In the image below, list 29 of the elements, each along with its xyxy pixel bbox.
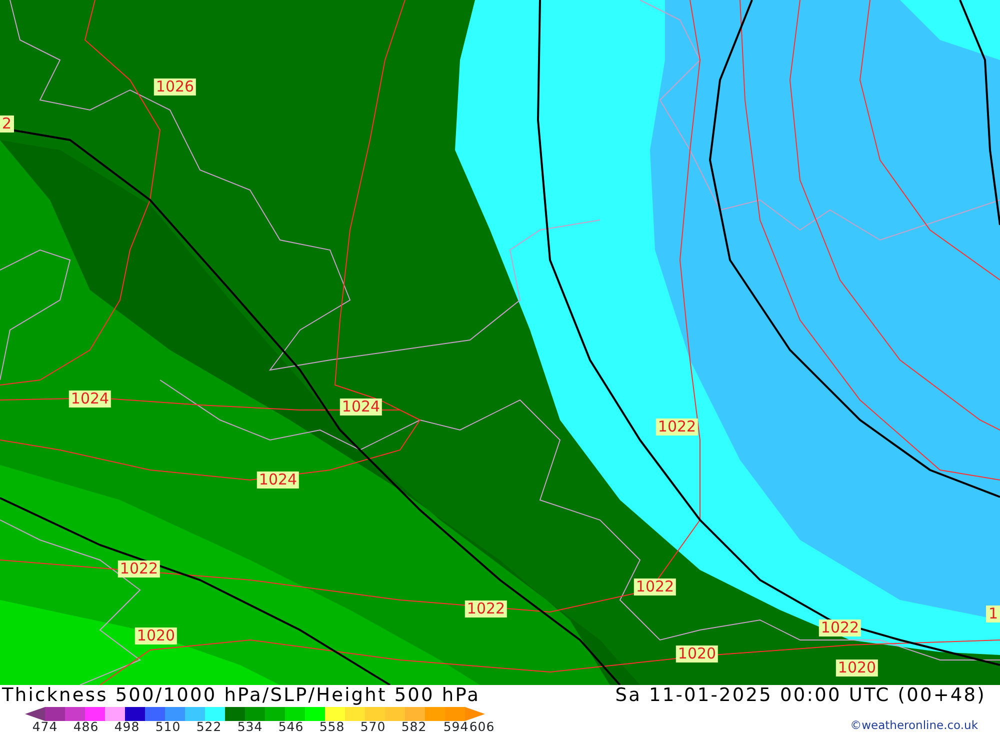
legend-tick-label: 558 xyxy=(319,720,345,733)
pressure-label: 1020 xyxy=(134,628,178,644)
legend-tick-label: 546 xyxy=(278,720,304,733)
credit-text: ©weatheronline.co.uk xyxy=(850,717,978,733)
pressure-label: 1020 xyxy=(836,660,878,676)
pressure-label: 1022 xyxy=(634,578,676,596)
legend-tick-label: 570 xyxy=(360,720,386,733)
legend-tick-label: 606 xyxy=(469,720,495,733)
legend-tick-label: 474 xyxy=(32,720,58,733)
pressure-label: 1024 xyxy=(256,472,300,488)
pressure-label: 1024 xyxy=(68,390,112,408)
legend-tick-label: 522 xyxy=(196,720,222,733)
map-title: Thickness 500/1000 hPa/SLP/Height 500 hPa xyxy=(2,685,480,707)
pressure-label: 2 xyxy=(0,116,14,132)
pressure-label: 1 xyxy=(986,606,1000,622)
legend-tick-label: 498 xyxy=(114,720,140,733)
legend-tick-label: 594 xyxy=(443,720,469,733)
legend-tick-label: 582 xyxy=(401,720,427,733)
pressure-label: 1022 xyxy=(118,560,160,578)
pressure-label: 1026 xyxy=(154,78,196,96)
pressure-label: 1022 xyxy=(656,418,698,436)
pressure-label: 1020 xyxy=(676,646,718,662)
legend-tick-label: 534 xyxy=(237,720,263,733)
legend-tick-label: 486 xyxy=(73,720,99,733)
pressure-label: 1022 xyxy=(464,600,508,618)
valid-time: Sa 11-01-2025 00:00 UTC (00+48) xyxy=(615,685,986,707)
pressure-label: 1024 xyxy=(340,398,382,416)
legend-tick-label: 510 xyxy=(155,720,181,733)
pressure-label: 1022 xyxy=(818,620,862,636)
